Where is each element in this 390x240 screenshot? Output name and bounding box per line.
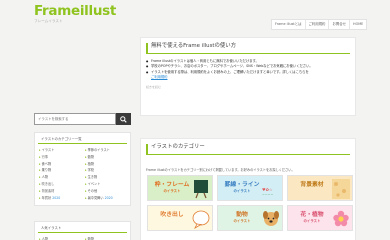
category-item[interactable]: ▸吹き出し [39,182,81,187]
nav-home[interactable]: HOME [349,20,366,29]
pattern-icon [332,179,350,199]
usage-bullet: イラストを使用する際は、利用規約をよくお読みの上、ご理解いただけますと幸いです。… [146,70,350,81]
bullet-icon: ▸ [85,195,87,200]
banner-bubble[interactable]: 吹き出し [147,205,213,231]
bullet-icon: ▸ [85,154,87,159]
search-input[interactable] [34,113,116,125]
terms-link[interactable]: ご利用規約 [151,75,167,79]
category-banners: 枠・フレーム のイラスト 罫線・ライン のイラスト ♥✿☆ ~~~~ 背景素材吹き出し 動物の… [147,175,353,231]
logo-title: Frameillust [34,3,117,19]
banner-flower[interactable]: 花・植物 のイラスト [287,205,353,231]
flower-icon [333,210,349,227]
usage-bullets: Frame illustのイラストは個人・商用ともに無料でお使いいただけます。 … [146,59,350,81]
category-item[interactable]: ▸年賀状 2020 [39,196,81,201]
category-item[interactable]: ▸乗り物 [39,168,81,173]
banner-dog[interactable]: 動物 のイラスト [217,205,283,231]
category-grid: ▸イラスト ▸季節のイラスト ▸行事 ▸動物 ▸食べ物 ▸植物 ▸乗り物 ▸学校 ▸人物 ▸生き物… [35,144,130,205]
banner-label: 枠・フレーム のイラスト [154,182,190,193]
bullet-icon: ▸ [39,188,41,193]
nav-terms[interactable]: ご利用規約 [304,20,329,29]
category-item[interactable]: ▸その他 [85,189,127,194]
category-item[interactable]: ▸暑中見舞い 2020 [85,196,127,201]
popular-grid: ▸人物 ▸動物 [35,233,130,240]
search-form [34,113,131,125]
category-item[interactable]: ▸季節のイラスト [85,148,127,153]
category-list: イラストのカテゴリー一覧 ▸イラスト ▸季節のイラスト ▸行事 ▸動物 ▸食べ物 ▸植物 ▸… [34,132,131,206]
category-item[interactable]: ▸生き物 [85,175,127,180]
nav-contact[interactable]: お問合せ [328,20,349,29]
bullet-icon: ▸ [39,148,41,152]
catalog-intro: Frame illustのイラストをカテゴリー別にわけて掲載しています。お好みの… [146,168,295,172]
category-heading: イラストのカテゴリー一覧 [38,133,127,144]
bullet-icon: ▸ [39,195,41,200]
category-item[interactable]: ▸食べ物 [39,162,81,167]
bullet-icon: ▸ [39,154,41,159]
bullet-icon: ▸ [39,175,41,180]
search-icon [120,115,127,123]
banner-pattern[interactable]: 背景素材 [287,175,353,201]
banner-label: 花・植物 のイラスト [300,212,324,223]
category-catalog: イラストのカテゴリー Frame illustのイラストをカテゴリー別にわけて掲… [140,138,356,240]
bullet-icon: ▸ [85,168,87,173]
bullet-icon: ▸ [85,181,87,186]
popular-list: 人気イラスト ▸人物 ▸動物 [34,221,131,240]
category-item[interactable]: ▸人物 [39,175,81,180]
dog-icon [263,211,279,226]
frame-icon [194,180,208,199]
bullet-icon: ▸ [85,175,87,180]
category-item[interactable]: ▸動物 [85,155,127,160]
category-item[interactable]: ▸学校 [85,168,127,173]
bullet-icon: ▸ [39,181,41,186]
bullet-icon: ▸ [85,161,87,166]
bullet-icon: ▸ [85,188,87,193]
category-item[interactable]: ▸背景素材 [39,189,81,194]
line-icon: ♥✿☆~~~~ [262,187,274,197]
svg-text:~~~~: ~~~~ [262,193,274,197]
nav-about[interactable]: Frame illustとは [272,20,305,29]
top-navigation: Frame illustとは ご利用規約 お問合せ HOME [271,19,368,30]
banner-label: 動物 のイラスト [233,212,251,223]
bullet-icon: ▸ [39,168,41,173]
usage-notice: 無料で使えるFrame illustの使い方 Frame illustのイラスト… [140,37,356,116]
site-logo[interactable]: Frameillust フレームイラスト [34,3,117,24]
popular-heading: 人気イラスト [38,222,127,233]
search-button[interactable] [116,113,131,125]
banner-frame[interactable]: 枠・フレーム のイラスト [147,175,213,201]
bullet-icon: ▸ [39,161,41,166]
bubble-icon [192,210,210,229]
bullet-icon: ▸ [85,148,87,152]
usage-title: 無料で使えるFrame illustの使い方 [146,43,350,54]
read-more-link[interactable]: 続きを読む [146,85,350,89]
banner-label: 背景素材 [300,182,324,188]
category-item[interactable]: ▸イラスト [39,148,81,153]
category-item[interactable]: ▸行事 [39,155,81,160]
category-item[interactable]: ▸イベント [85,182,127,187]
svg-text:♥✿☆: ♥✿☆ [262,187,273,192]
logo-subtitle: フレームイラスト [34,19,63,23]
sidebar: イラストのカテゴリー一覧 ▸イラスト▸季節のイラスト▸行事▸動物▸食べ物▸植物▸… [34,113,131,206]
banner-label: 吹き出し [160,212,184,218]
banner-line[interactable]: 罫線・ライン のイラスト ♥✿☆ ~~~~ [217,175,283,201]
catalog-title: イラストのカテゴリー [146,144,350,155]
banner-label: 罫線・ライン のイラスト [224,182,260,193]
category-item[interactable]: ▸植物 [85,162,127,167]
